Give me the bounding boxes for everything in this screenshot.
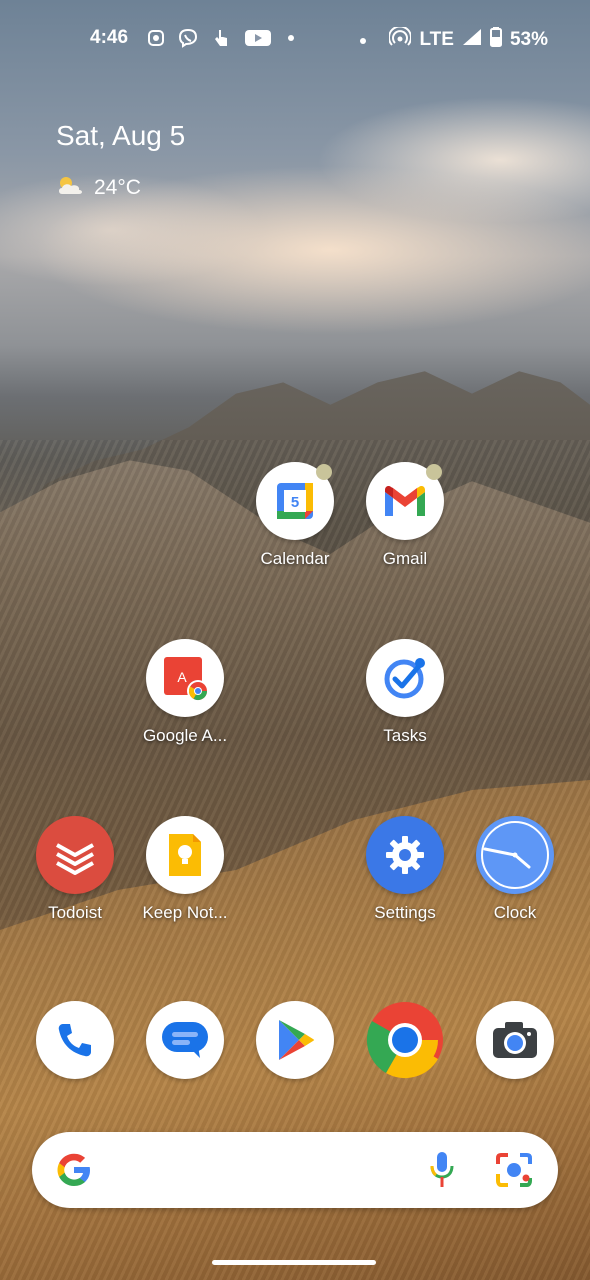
navigation-handle[interactable] (212, 1260, 376, 1265)
app-todoist[interactable]: Todoist (15, 816, 135, 936)
todoist-icon (36, 816, 114, 894)
status-time: 4:46 (90, 27, 129, 48)
search-bar[interactable] (32, 1132, 558, 1208)
dock-phone[interactable] (15, 1001, 135, 1121)
google-g-logo (54, 1150, 94, 1195)
svg-text:5: 5 (291, 494, 299, 511)
svg-text:A: A (177, 669, 187, 685)
app-label-gmail: Gmail (382, 549, 428, 568)
clock-icon (476, 816, 554, 894)
app-label-keep-notes: Keep Not... (142, 903, 228, 922)
tasks-icon (366, 639, 444, 717)
dock-camera[interactable] (455, 1001, 575, 1121)
microphone-icon[interactable] (428, 1150, 456, 1195)
app-gmail[interactable]: Gmail (345, 462, 465, 582)
network-type: LTE (419, 29, 454, 50)
battery-icon (489, 27, 502, 53)
app-label-google-apps: Google A... (142, 726, 228, 745)
glance-date[interactable]: Sat, Aug 5 (56, 120, 185, 152)
home-screen: 4:46 LTE 53% Sat, Aug 5 24°C 5 Calendar … (0, 0, 590, 1280)
app-label-todoist: Todoist (48, 903, 102, 922)
notification-dot (316, 464, 332, 480)
youtube-icon (245, 28, 271, 48)
settings-icon (366, 816, 444, 894)
weather-temperature: 24°C (94, 176, 141, 199)
glance-weather[interactable]: 24°C (56, 174, 141, 202)
messages-icon (146, 1001, 224, 1079)
app-keep-notes[interactable]: Keep Not... (125, 816, 245, 936)
notification-dot (426, 464, 442, 480)
app-settings[interactable]: Settings (345, 816, 465, 936)
partly-cloudy-icon (56, 174, 84, 202)
dock-chrome[interactable] (345, 1001, 465, 1121)
app-google-apps[interactable]: A Google A... (125, 639, 245, 759)
battery-percent: 53% (509, 29, 548, 50)
play-store-icon (256, 1001, 334, 1079)
hotspot-icon (388, 25, 413, 53)
dock-play-store[interactable] (235, 1001, 355, 1121)
dot-icon (359, 29, 367, 51)
touch-icon (211, 28, 231, 48)
camera-icon (476, 1001, 554, 1079)
screen-record-icon (146, 28, 166, 48)
app-label-clock: Clock (493, 903, 537, 922)
app-calendar[interactable]: 5 Calendar (235, 462, 355, 582)
viber-icon (178, 28, 198, 48)
chrome-icon (366, 1001, 444, 1079)
app-label-calendar: Calendar (260, 549, 330, 568)
google-lens-icon[interactable] (494, 1152, 534, 1193)
keep-notes-icon (146, 816, 224, 894)
app-label-tasks: Tasks (383, 726, 427, 745)
google-apps-icon: A (146, 639, 224, 717)
gmail-icon (366, 462, 444, 540)
phone-icon (36, 1001, 114, 1079)
app-tasks[interactable]: Tasks (345, 639, 465, 759)
dock-messages[interactable] (125, 1001, 245, 1121)
status-bar: 4:46 LTE 53% (0, 22, 590, 58)
more-notifications-dot-icon (281, 28, 301, 48)
app-label-settings: Settings (374, 903, 436, 922)
signal-icon (462, 28, 482, 52)
status-right-group: LTE 53% (359, 25, 548, 53)
app-clock[interactable]: Clock (455, 816, 575, 936)
calendar-icon: 5 (256, 462, 334, 540)
